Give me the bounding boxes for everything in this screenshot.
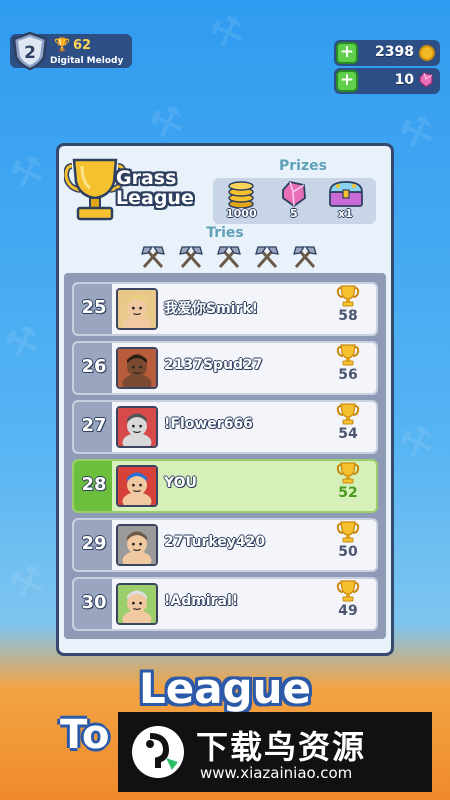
watermark-text: 下载鸟资源 xyxy=(196,728,367,766)
tries-label: Tries xyxy=(206,225,244,241)
row-score: 54 xyxy=(338,426,358,442)
row-rank: 26 xyxy=(81,356,107,377)
prize-chest-value: x1 xyxy=(338,207,353,220)
player-avatar xyxy=(116,347,158,389)
leaderboard-row[interactable]: 27 !Flower666 54 xyxy=(72,400,378,454)
try-axe-icon xyxy=(255,246,279,268)
background-axe-icon: ⚒ xyxy=(0,315,46,369)
level-shield-icon: 2 xyxy=(12,31,48,71)
background-axe-icon: ⚒ xyxy=(143,95,191,149)
try-axe-icon xyxy=(293,246,317,268)
try-axe-icon xyxy=(179,246,203,268)
bottom-subtitle: To xyxy=(60,712,110,758)
row-rank: 27 xyxy=(81,415,107,436)
watermark-url: www.xiazainiao.com xyxy=(200,764,353,782)
treasure-chest-icon xyxy=(329,181,363,207)
row-score: 50 xyxy=(338,544,358,560)
row-player-name: YOU xyxy=(164,475,197,491)
try-axe-icon xyxy=(217,246,241,268)
background-axe-icon: ⚒ xyxy=(3,555,51,609)
player-trophy-count: 62 xyxy=(73,38,92,53)
league-title-line1: Grass xyxy=(116,167,177,189)
row-player-name: 27Turkey420 xyxy=(164,534,266,550)
coins-value: 2398 xyxy=(375,44,414,60)
trophy-icon: 🏆 xyxy=(54,38,71,53)
try-axe-icon xyxy=(141,246,165,268)
league-title: Grass League xyxy=(116,168,206,208)
row-trophy-icon xyxy=(336,403,360,425)
prizes-label: Prizes xyxy=(279,158,327,174)
league-title-line2: League xyxy=(116,187,194,209)
add-gems-button[interactable]: + xyxy=(336,70,358,92)
player-avatar xyxy=(116,406,158,448)
bottom-title: League xyxy=(138,664,312,713)
row-rank: 25 xyxy=(81,297,107,318)
player-avatar xyxy=(116,524,158,566)
player-avatar xyxy=(116,288,158,330)
row-trophy-icon xyxy=(336,344,360,366)
row-score: 58 xyxy=(338,308,358,324)
row-trophy-icon xyxy=(336,285,360,307)
row-trophy-icon xyxy=(336,521,360,543)
player-name: Digital Melody xyxy=(50,56,124,66)
row-rank: 30 xyxy=(81,592,107,613)
pink-gem-icon xyxy=(282,181,306,208)
row-score: 52 xyxy=(338,485,358,501)
leaderboard-row[interactable]: 25 我爱你Smirk! 58 xyxy=(72,282,378,336)
player-avatar xyxy=(116,465,158,507)
row-rank: 28 xyxy=(81,474,107,495)
player-avatar xyxy=(116,583,158,625)
leaderboard-row[interactable]: 30 !Admiral! 49 xyxy=(72,577,378,631)
row-trophy-icon xyxy=(336,580,360,602)
row-player-name: 我爱你Smirk! xyxy=(164,301,259,317)
row-score: 49 xyxy=(338,603,358,619)
row-trophy-icon xyxy=(336,462,360,484)
prize-coins-value: 1000 xyxy=(226,207,257,220)
background-axe-icon: ⚒ xyxy=(3,145,51,199)
background-axe-icon: ⚒ xyxy=(203,5,251,59)
leaderboard-row[interactable]: 29 27Turkey420 50 xyxy=(72,518,378,572)
background-axe-icon: ⚒ xyxy=(393,105,441,159)
row-player-name: !Flower666 xyxy=(164,416,253,432)
gems-value: 10 xyxy=(394,72,414,88)
player-level: 2 xyxy=(24,43,36,63)
row-player-name: 2137Spud27 xyxy=(164,357,263,373)
row-rank: 29 xyxy=(81,533,107,554)
gem-icon xyxy=(419,72,433,88)
coins-counter: + 2398 xyxy=(334,40,440,66)
gems-counter: + 10 xyxy=(334,68,440,94)
gold-coins-icon xyxy=(228,181,254,208)
coin-icon xyxy=(419,45,435,61)
prize-gems-value: 5 xyxy=(290,207,298,220)
row-score: 56 xyxy=(338,367,358,383)
leaderboard-row-you[interactable]: 28 YOU 52 xyxy=(72,459,378,513)
row-player-name: !Admiral! xyxy=(164,593,239,609)
background-axe-icon: ⚒ xyxy=(393,415,441,469)
leaderboard-row[interactable]: 26 2137Spud27 56 xyxy=(72,341,378,395)
add-coins-button[interactable]: + xyxy=(336,42,358,64)
watermark-logo-icon xyxy=(132,726,184,778)
